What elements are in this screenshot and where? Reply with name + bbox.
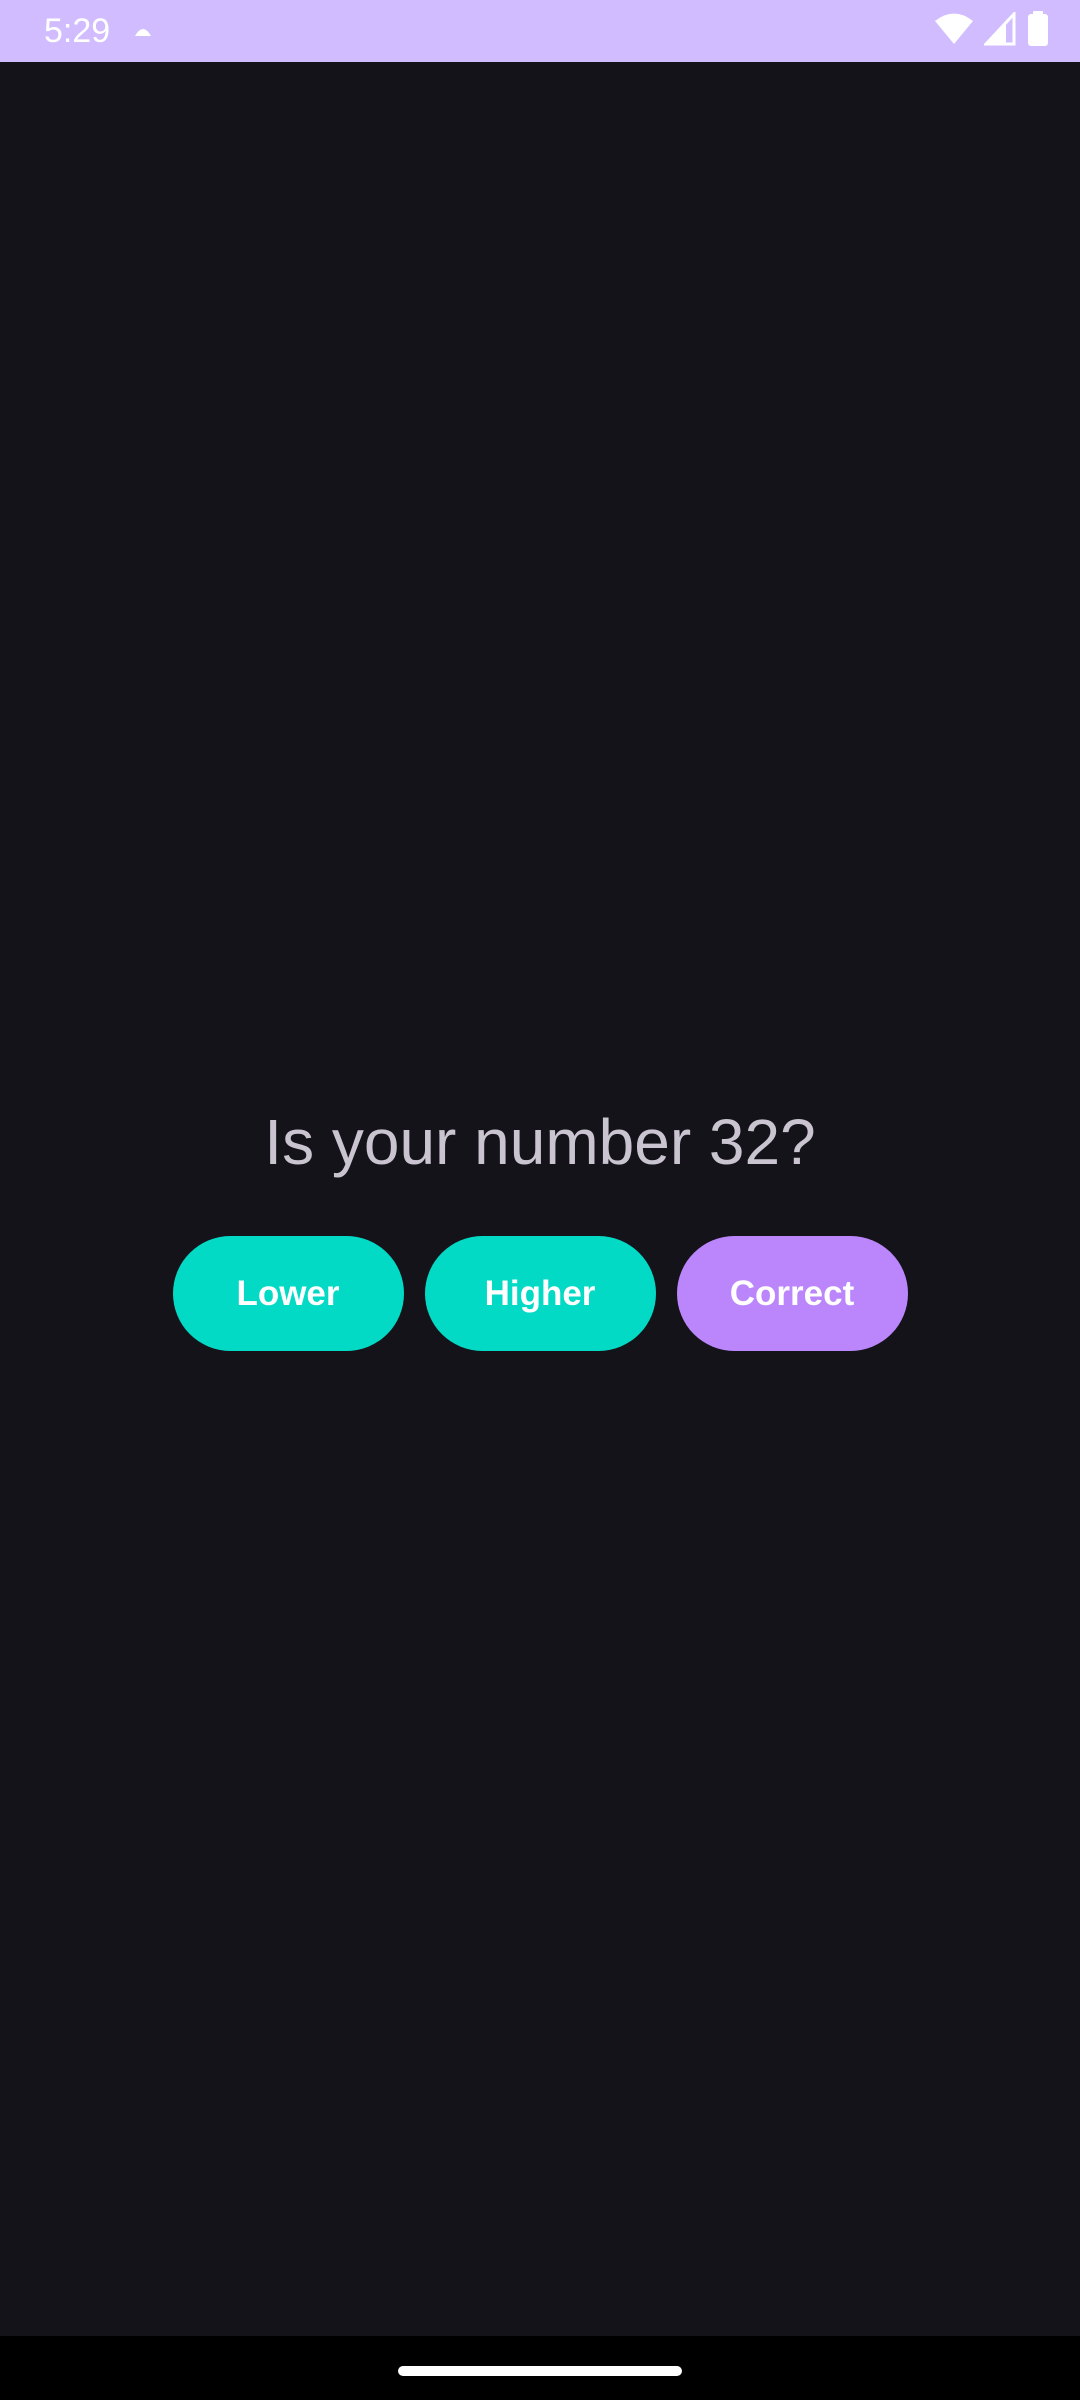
- wifi-icon: [934, 12, 974, 51]
- battery-icon: [1026, 10, 1050, 52]
- app-screen: 5:29 Is your number 32? Lower Higher Cor…: [0, 0, 1080, 2400]
- navigation-bar: [0, 2336, 1080, 2400]
- lower-button[interactable]: Lower: [172, 1236, 404, 1351]
- status-bar: 5:29: [0, 0, 1080, 62]
- higher-button[interactable]: Higher: [424, 1236, 656, 1351]
- notification-icon: [134, 24, 152, 38]
- lower-button-label: Lower: [236, 1273, 340, 1313]
- correct-button-label: Correct: [729, 1273, 855, 1313]
- status-time: 5:29: [44, 12, 111, 50]
- home-gesture-handle[interactable]: [398, 2366, 682, 2376]
- status-icons: [934, 9, 1050, 52]
- higher-button-label: Higher: [484, 1273, 596, 1313]
- guess-button-row: Lower Higher Correct: [0, 1236, 1080, 1351]
- guess-question: Is your number 32?: [264, 1106, 816, 1178]
- cell-signal-icon: [982, 9, 1016, 51]
- game-content: Is your number 32?: [0, 62, 1080, 2336]
- correct-button[interactable]: Correct: [676, 1236, 908, 1351]
